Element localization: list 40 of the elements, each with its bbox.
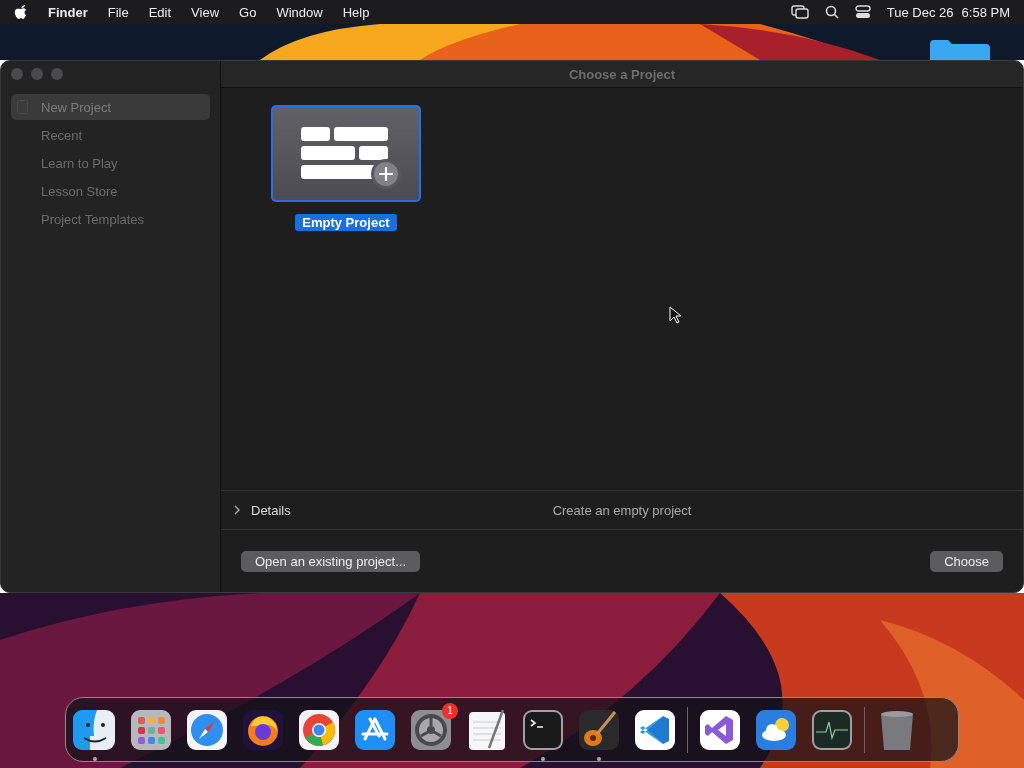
dialog-button[interactable]: Open an existing project... [241, 550, 421, 572]
mouse-pointer-icon [669, 306, 681, 324]
window-control-dot[interactable] [51, 68, 63, 80]
ring-icon[interactable] [297, 707, 341, 752]
window-control-dot[interactable] [31, 68, 43, 80]
menu-item[interactable]: View [191, 4, 220, 20]
menu-app-name[interactable]: Finder [48, 4, 88, 20]
smiling-face-icon[interactable] [73, 707, 117, 752]
flame-globe-icon[interactable] [241, 707, 285, 752]
weather-icon[interactable] [754, 707, 798, 752]
window-control-dot[interactable] [11, 68, 23, 80]
search-icon[interactable] [824, 5, 839, 19]
menu-item[interactable]: Window [276, 4, 323, 20]
menu-item[interactable]: Help [342, 4, 370, 20]
menu-bar-date: Tue Dec 26 [886, 4, 954, 20]
guitar-icon[interactable] [577, 707, 621, 752]
control-center-icon[interactable] [854, 5, 871, 19]
infinity-icon[interactable] [698, 707, 742, 752]
screen-mirroring-icon[interactable] [790, 5, 809, 19]
notification-badge: 1 [442, 702, 458, 719]
compass-icon[interactable] [185, 707, 229, 752]
dialog-button[interactable]: Choose [930, 550, 1003, 572]
terminal-icon[interactable] [521, 707, 565, 752]
project-template-tile[interactable] [271, 105, 421, 202]
chevron-icon[interactable] [233, 505, 241, 515]
apple-logo-icon[interactable] [14, 4, 28, 20]
gear-icon[interactable] [409, 707, 453, 752]
heartbeat-icon[interactable] [810, 707, 854, 752]
app-grid-icon[interactable] [129, 707, 173, 752]
letter-a-icon[interactable] [353, 707, 397, 752]
details-toggle[interactable]: Details [251, 502, 291, 518]
menu-item[interactable]: Go [239, 4, 257, 20]
code-icon[interactable] [633, 707, 677, 752]
folder-icon[interactable] [930, 40, 990, 60]
project-template-label[interactable]: Empty Project [295, 214, 397, 231]
menu-bar-clock: 6:58 PM [961, 4, 1010, 20]
window-title: Choose a Project [221, 61, 1023, 88]
menu-item[interactable]: Edit [148, 4, 172, 20]
menu-item[interactable]: File [107, 4, 129, 20]
project-description: Create an empty project [552, 502, 692, 518]
